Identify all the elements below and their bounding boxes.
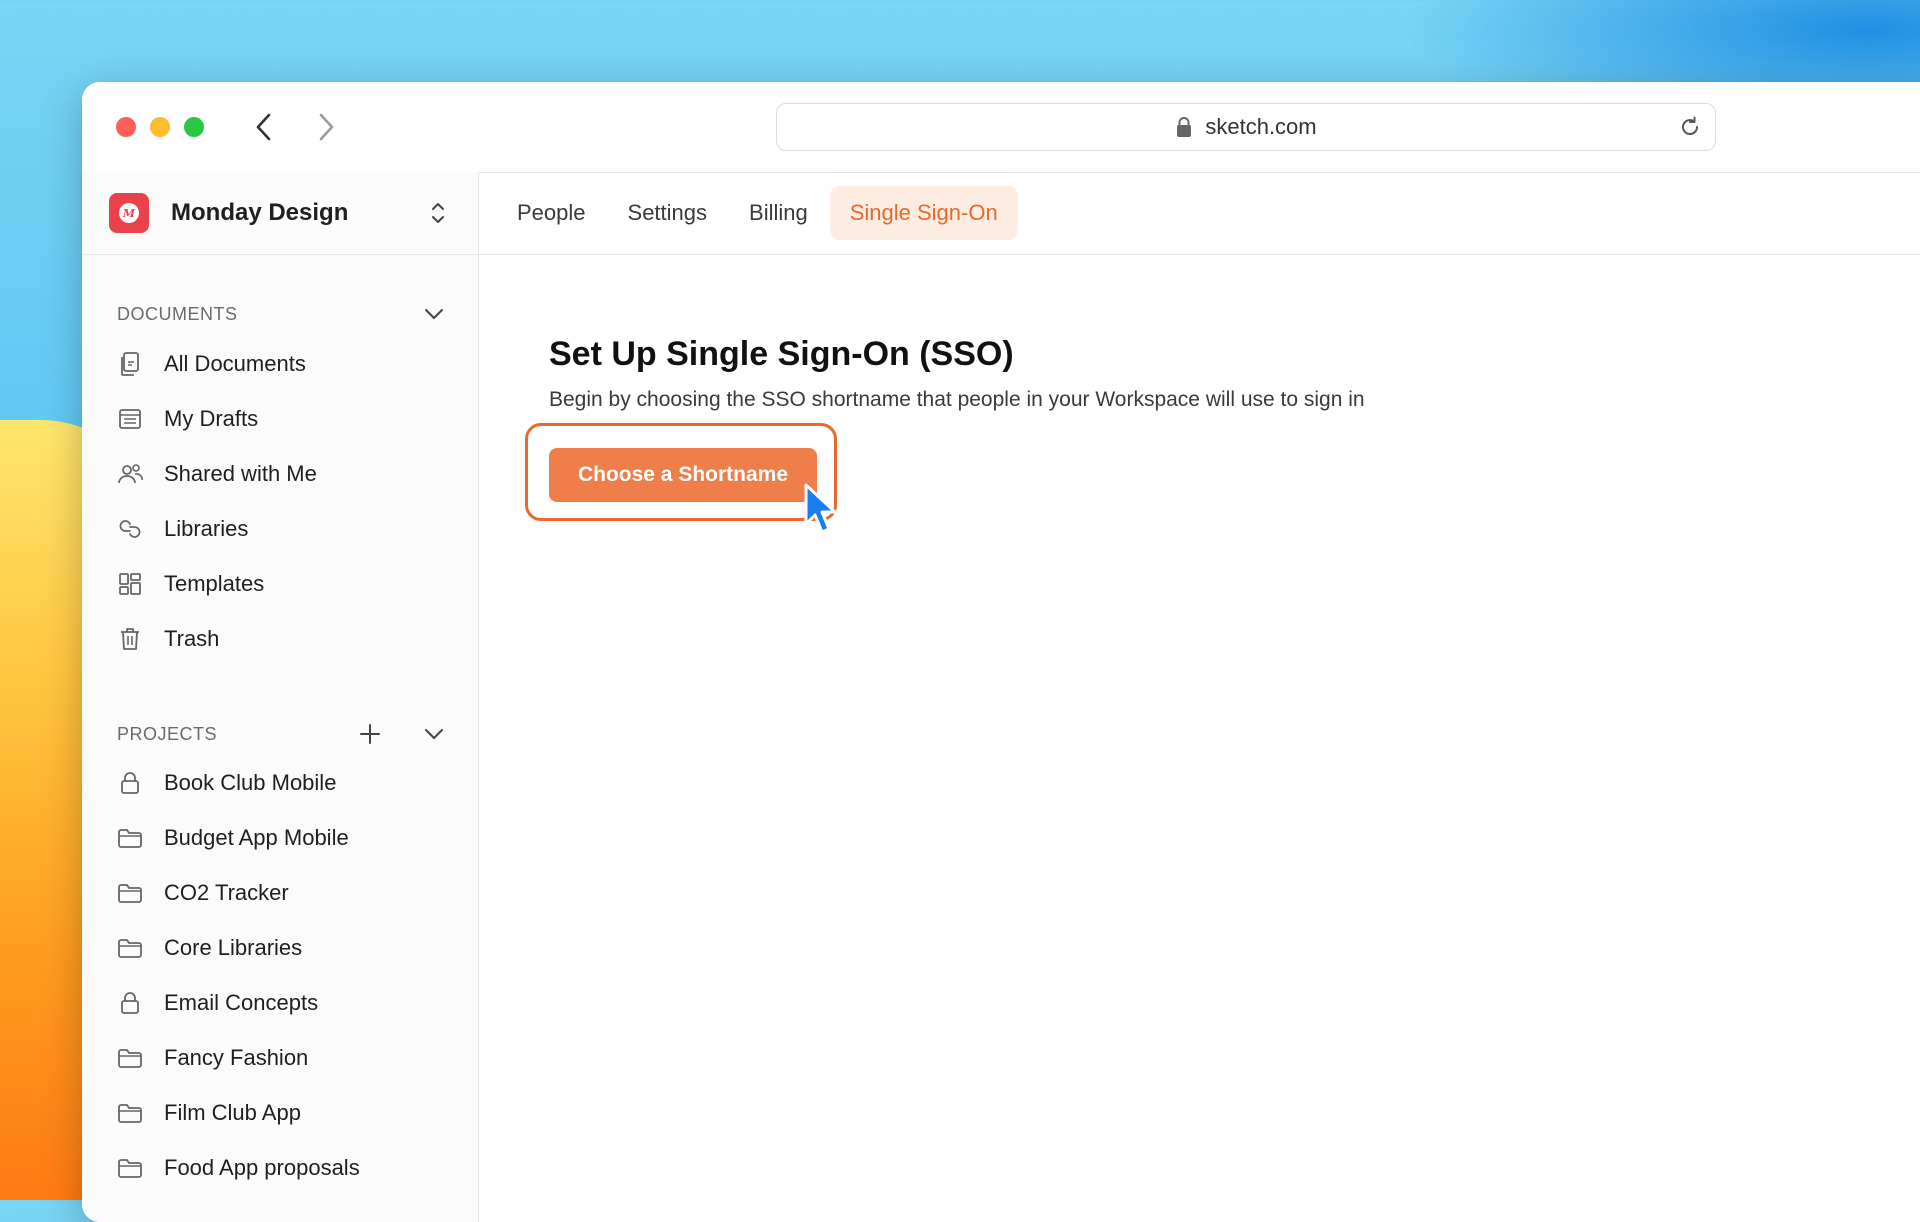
reload-icon[interactable] bbox=[1677, 114, 1703, 140]
sidebar-item-film-club-app[interactable]: Film Club App bbox=[82, 1085, 478, 1140]
address-bar[interactable]: sketch.com bbox=[776, 103, 1716, 151]
lock-icon bbox=[116, 769, 144, 797]
back-button[interactable] bbox=[248, 110, 280, 144]
sidebar-item-budget-app-mobile[interactable]: Budget App Mobile bbox=[82, 810, 478, 865]
libraries-icon bbox=[116, 515, 144, 543]
sidebar-item-templates[interactable]: Templates bbox=[82, 556, 478, 611]
sidebar-item-label: Food App proposals bbox=[164, 1154, 360, 1180]
sidebar-item-trash[interactable]: Trash bbox=[82, 611, 478, 666]
sidebar-item-food-app-proposals[interactable]: Food App proposals bbox=[82, 1140, 478, 1195]
workspace-logo-letter: M bbox=[119, 203, 139, 223]
sidebar: M Monday Design DOCUMENTS All Documents bbox=[82, 172, 479, 1222]
folder-icon bbox=[116, 879, 144, 907]
close-window-button[interactable] bbox=[116, 117, 136, 137]
chevron-down-icon[interactable] bbox=[421, 301, 447, 327]
sidebar-item-label: Trash bbox=[164, 625, 220, 651]
folder-icon bbox=[116, 824, 144, 852]
sidebar-item-all-documents[interactable]: All Documents bbox=[82, 336, 478, 391]
projects-list: Book Club Mobile Budget App Mobile CO2 T… bbox=[82, 755, 478, 1195]
page-title: Set Up Single Sign-On (SSO) bbox=[549, 335, 1014, 373]
sidebar-item-label: Film Club App bbox=[164, 1099, 301, 1125]
sidebar-item-libraries[interactable]: Libraries bbox=[82, 501, 478, 556]
chevron-right-icon bbox=[319, 113, 334, 141]
url-text: sketch.com bbox=[1205, 114, 1317, 139]
sidebar-item-label: Budget App Mobile bbox=[164, 824, 349, 850]
workspace-logo: M bbox=[109, 193, 149, 233]
workspace-switcher[interactable]: M Monday Design bbox=[82, 172, 478, 255]
documents-section-header: DOCUMENTS bbox=[117, 299, 447, 329]
settings-tabs: People Settings Billing Single Sign-On bbox=[479, 172, 1920, 255]
sidebar-item-label: Fancy Fashion bbox=[164, 1044, 309, 1070]
zoom-window-button[interactable] bbox=[184, 117, 204, 137]
sidebar-item-label: Libraries bbox=[164, 515, 249, 541]
chevron-left-icon bbox=[256, 113, 271, 141]
main-content: Set Up Single Sign-On (SSO) Begin by cho… bbox=[479, 255, 1920, 1222]
mouse-pointer-icon bbox=[804, 483, 837, 534]
projects-heading: PROJECTS bbox=[117, 723, 218, 744]
documents-heading: DOCUMENTS bbox=[117, 303, 238, 324]
chevron-up-down-icon[interactable] bbox=[428, 198, 448, 228]
sidebar-item-label: Shared with Me bbox=[164, 460, 317, 486]
forward-button[interactable] bbox=[310, 110, 342, 144]
sidebar-item-core-libraries[interactable]: Core Libraries bbox=[82, 920, 478, 975]
page-description: Begin by choosing the SSO shortname that… bbox=[549, 388, 1365, 411]
folder-icon bbox=[116, 934, 144, 962]
templates-icon bbox=[116, 570, 144, 598]
sidebar-item-label: All Documents bbox=[164, 350, 306, 376]
drafts-icon bbox=[116, 405, 144, 433]
choose-shortname-button[interactable]: Choose a Shortname bbox=[549, 448, 817, 502]
tab-single-sign-on[interactable]: Single Sign-On bbox=[829, 186, 1018, 240]
sidebar-item-label: Book Club Mobile bbox=[164, 769, 337, 795]
folder-icon bbox=[116, 1044, 144, 1072]
documents-icon bbox=[116, 350, 144, 378]
sidebar-item-book-club-mobile[interactable]: Book Club Mobile bbox=[82, 755, 478, 810]
plus-icon[interactable] bbox=[357, 721, 383, 747]
sidebar-item-email-concepts[interactable]: Email Concepts bbox=[82, 975, 478, 1030]
workspace-name: Monday Design bbox=[171, 199, 349, 226]
trash-icon bbox=[116, 625, 144, 653]
sidebar-item-fancy-fashion[interactable]: Fancy Fashion bbox=[82, 1030, 478, 1085]
tab-people[interactable]: People bbox=[497, 186, 606, 240]
sidebar-item-label: My Drafts bbox=[164, 405, 259, 431]
chevron-down-icon[interactable] bbox=[421, 721, 447, 747]
folder-icon bbox=[116, 1154, 144, 1182]
sidebar-item-my-drafts[interactable]: My Drafts bbox=[82, 391, 478, 446]
browser-window: sketch.com M Monday Design DOCUMENTS All… bbox=[82, 82, 1920, 1222]
projects-section-header: PROJECTS bbox=[117, 719, 447, 749]
sidebar-item-shared-with-me[interactable]: Shared with Me bbox=[82, 446, 478, 501]
folder-icon bbox=[116, 1099, 144, 1127]
sidebar-item-label: Core Libraries bbox=[164, 934, 303, 960]
browser-toolbar: sketch.com bbox=[82, 82, 1920, 173]
people-icon bbox=[116, 460, 144, 488]
tab-settings[interactable]: Settings bbox=[608, 186, 728, 240]
sidebar-item-label: Templates bbox=[164, 570, 265, 596]
sidebar-item-co2-tracker[interactable]: CO2 Tracker bbox=[82, 865, 478, 920]
minimize-window-button[interactable] bbox=[150, 117, 170, 137]
lock-icon bbox=[1177, 117, 1192, 137]
lock-icon bbox=[116, 989, 144, 1017]
tab-billing[interactable]: Billing bbox=[729, 186, 828, 240]
sidebar-item-label: Email Concepts bbox=[164, 989, 319, 1015]
documents-list: All Documents My Drafts Shared with Me L… bbox=[82, 336, 478, 666]
sidebar-item-label: CO2 Tracker bbox=[164, 879, 289, 905]
